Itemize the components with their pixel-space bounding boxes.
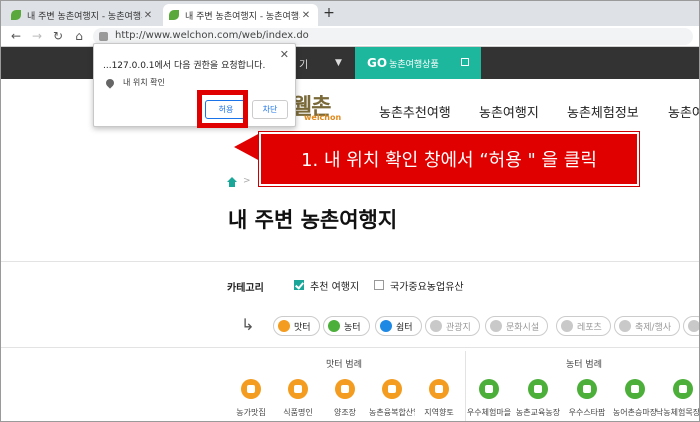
back-icon[interactable]: ←	[9, 28, 23, 44]
farm-legend-title: 농터 범례	[566, 360, 602, 370]
heritage-checkbox[interactable]	[374, 280, 384, 290]
site-logo[interactable]: 웰촌 welchon	[292, 89, 341, 122]
rest-icon	[380, 320, 392, 332]
festival-icon	[619, 320, 631, 332]
allow-highlight-box	[197, 90, 248, 128]
filter-label: 농터	[344, 322, 361, 333]
filter-pill-culture[interactable]: 문화시설	[485, 316, 549, 336]
site-info-icon[interactable]	[99, 32, 108, 41]
tab-strip: 내 주변 농촌여행지 - 농촌여행의 ✕ 내 주변 농촌여행지 - 농촌여행의 …	[1, 1, 699, 26]
food-icon	[278, 320, 290, 332]
food-legend-title: 맛터 범례	[326, 360, 362, 370]
legend-label: 농촌융복합산업	[369, 408, 415, 417]
location-pin-icon	[104, 77, 116, 89]
legend-label: 우수체험마을	[466, 408, 512, 417]
more-filter-icon	[688, 320, 699, 332]
reload-icon[interactable]: ↻	[51, 28, 65, 44]
nav-item-destinations[interactable]: 농촌여행지	[479, 102, 539, 121]
legend-label: 식품명인	[283, 408, 313, 417]
permission-message: ...127.0.0.1에서 다음 권한을 요청합니다.	[103, 61, 266, 71]
category-label: 카테고리	[227, 283, 264, 294]
nav-item-experience[interactable]: 농촌체험정보	[567, 102, 639, 121]
recommended-checkbox-label[interactable]: 추천 여행지	[310, 278, 359, 293]
dairy-farm-icon[interactable]	[673, 379, 693, 399]
farm-icon	[328, 320, 340, 332]
filter-pill-farm[interactable]: 농터	[323, 316, 370, 336]
filter-pill-leisure[interactable]: 레포츠	[556, 316, 611, 336]
divider	[1, 261, 699, 262]
permission-popup: ...127.0.0.1에서 다음 권한을 요청합니다. ✕ 내 위치 확인 허…	[93, 43, 296, 127]
local-food-icon[interactable]	[429, 379, 449, 399]
food-master-icon[interactable]	[288, 379, 308, 399]
tab-title: 내 주변 농촌여행지 - 농촌여행의	[27, 11, 142, 22]
instruction-callout: 1. 내 위치 확인 창에서 “허용 " 을 클릭	[259, 132, 639, 186]
convergence-industry-icon[interactable]	[382, 379, 402, 399]
experience-village-icon[interactable]	[479, 379, 499, 399]
url-text[interactable]: http://www.welchon.com/web/index.do	[115, 30, 309, 41]
block-button[interactable]: 차단	[252, 100, 288, 119]
logo-english: welchon	[304, 113, 342, 122]
legend-label: 낙농체험목장	[655, 408, 700, 417]
chevron-down-icon[interactable]: ▼	[335, 58, 342, 68]
filter-pill-more[interactable]	[683, 316, 699, 336]
callout-pointer	[234, 133, 260, 161]
forward-icon[interactable]: →	[30, 28, 44, 44]
new-tab-icon[interactable]: +	[321, 5, 337, 21]
go-products-button[interactable]: GO 농촌여행상품	[355, 47, 481, 79]
farm-restaurant-icon[interactable]	[241, 379, 261, 399]
filter-label: 문화시설	[506, 322, 540, 333]
nav-item-recommended[interactable]: 농촌추천여행	[379, 102, 451, 121]
go-label: GO	[367, 56, 388, 70]
heritage-checkbox-label[interactable]: 국가중요농업유산	[390, 278, 464, 293]
breadcrumb-home-icon[interactable]	[227, 177, 237, 187]
horse-riding-icon[interactable]	[625, 379, 645, 399]
permission-item: 내 위치 확인	[123, 78, 165, 87]
home-icon[interactable]: ⌂	[72, 28, 86, 44]
close-icon[interactable]: ✕	[280, 48, 289, 61]
leaf-favicon-icon	[169, 10, 179, 20]
tourism-icon	[430, 320, 442, 332]
browser-tab[interactable]: 내 주변 농촌여행지 - 농촌여행의 ✕	[5, 4, 160, 26]
browser-tab-active[interactable]: 내 주변 농촌여행지 - 농촌여행의 ✕	[163, 4, 318, 26]
legend-label: 농촌교육농장	[515, 408, 561, 417]
tab-title: 내 주변 농촌여행지 - 농촌여행의	[185, 11, 300, 22]
legend-label: 양조장	[333, 408, 357, 417]
filter-label: 맛터	[294, 322, 311, 333]
legend-label: 우수스타팜	[568, 408, 606, 417]
filter-pill-tourism[interactable]: 관광지	[425, 316, 480, 336]
culture-icon	[490, 320, 502, 332]
filter-label: 축제/행사	[635, 322, 672, 333]
brewery-icon[interactable]	[335, 379, 355, 399]
external-link-icon	[461, 58, 469, 66]
filter-pill-food[interactable]: 맛터	[273, 316, 320, 336]
filter-label: 관광지	[446, 322, 471, 333]
filter-label: 레포츠	[577, 322, 602, 333]
leisure-icon	[561, 320, 573, 332]
turn-right-arrow-icon: ↳	[241, 315, 255, 334]
page-title: 내 주변 농촌여행지	[228, 208, 398, 232]
browser-window: 내 주변 농촌여행지 - 농촌여행의 ✕ 내 주변 농촌여행지 - 농촌여행의 …	[0, 0, 700, 422]
close-tab-icon[interactable]: ✕	[142, 10, 154, 21]
legend-label: 농가맛집	[236, 408, 266, 417]
topbar-text-fragment: 기	[299, 60, 309, 71]
recommended-checkbox[interactable]	[294, 280, 304, 290]
legend-label: 지역향토	[424, 408, 454, 417]
filter-pill-festival[interactable]: 축제/행사	[614, 316, 681, 336]
legend-label: 농어촌승마장	[612, 408, 658, 417]
leaf-favicon-icon	[11, 10, 21, 20]
education-farm-icon[interactable]	[528, 379, 548, 399]
filter-label: 쉼터	[396, 322, 413, 333]
close-tab-icon[interactable]: ✕	[300, 10, 312, 21]
nav-item-more[interactable]: 농촌여	[668, 102, 699, 121]
breadcrumb-separator: >	[243, 176, 251, 186]
filter-pill-rest[interactable]: 쉼터	[375, 316, 422, 336]
star-farm-icon[interactable]	[577, 379, 597, 399]
go-text: 농촌여행상품	[389, 59, 439, 70]
